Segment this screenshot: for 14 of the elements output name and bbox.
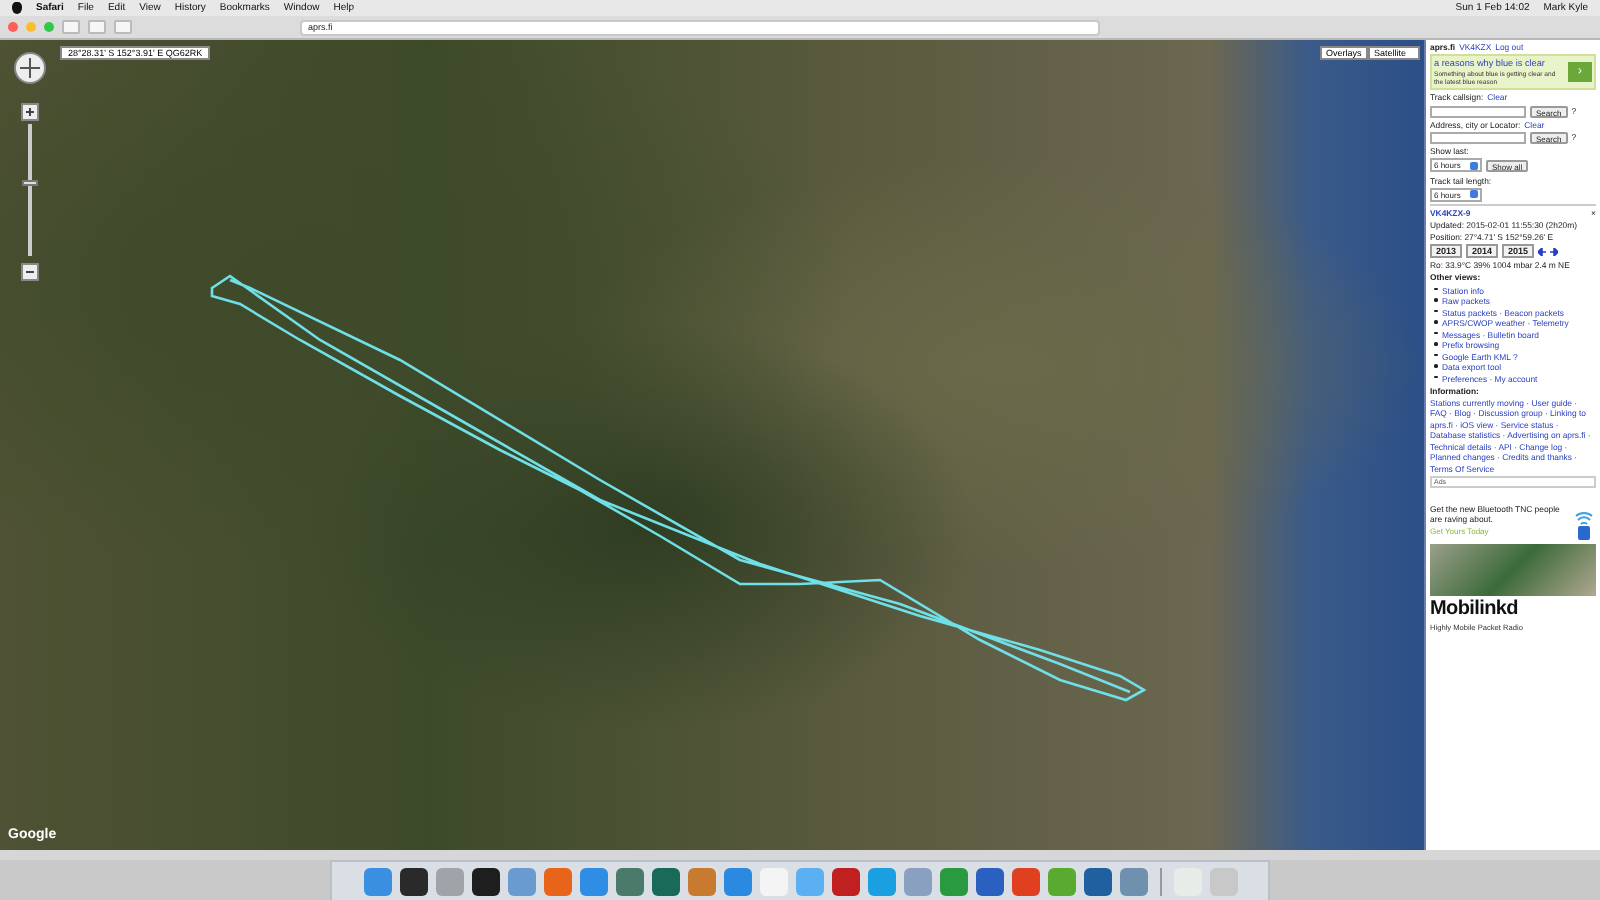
app-icon[interactable] bbox=[471, 867, 499, 895]
zoom-slider-thumb[interactable] bbox=[22, 180, 38, 187]
arrows-icon[interactable] bbox=[1538, 247, 1559, 256]
callsign-field[interactable] bbox=[1430, 105, 1526, 118]
sidebar-button[interactable] bbox=[114, 20, 132, 34]
address-field[interactable] bbox=[1430, 131, 1526, 144]
back-button[interactable] bbox=[62, 20, 80, 34]
app-icon[interactable] bbox=[399, 867, 427, 895]
dropdown-icon bbox=[1470, 190, 1478, 199]
brand-logo: Mobilinkd bbox=[1430, 599, 1520, 620]
dropdown-icon bbox=[1470, 161, 1478, 170]
forward-button[interactable] bbox=[88, 20, 106, 34]
zoom-slider[interactable] bbox=[22, 124, 38, 256]
zoom-control-drawing[interactable] bbox=[12, 52, 48, 284]
